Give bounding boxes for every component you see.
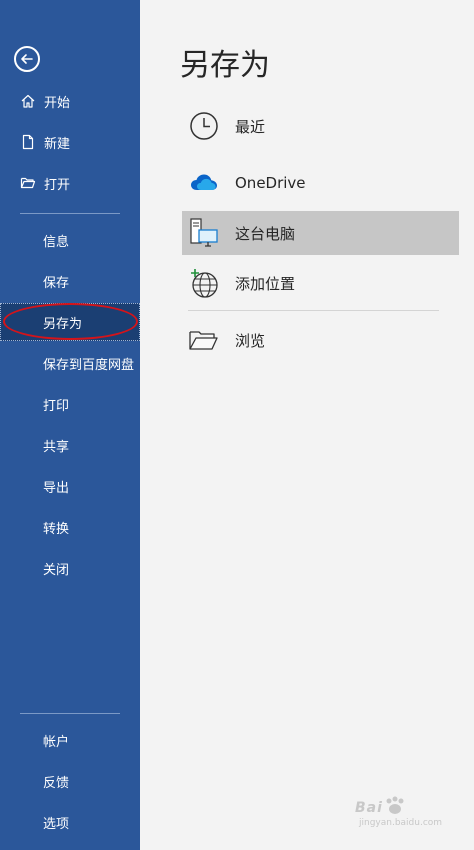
sidebar-item-label: 打开 [44,177,71,193]
location-divider [188,310,439,311]
sidebar-item-close[interactable]: 关闭 [0,549,140,587]
backstage-sidebar: 开始 新建 打开 信息 保存 另存为 保存到百度网盘 打印 共享 导出 转换 关… [0,0,140,850]
sidebar-item-new[interactable]: 新建 [0,123,140,161]
sidebar-item-label: 保存 [43,275,70,291]
sidebar-item-label: 共享 [43,439,70,455]
computer-icon [188,217,220,249]
globe-add-icon [188,267,220,299]
new-document-icon [20,134,36,150]
location-label: 添加位置 [235,274,296,293]
sidebar-item-feedback[interactable]: 反馈 [0,762,140,800]
cloud-icon [188,167,220,199]
location-label: 这台电脑 [235,224,296,243]
location-label: OneDrive [235,174,306,192]
location-label: 最近 [235,117,266,136]
home-icon [20,93,36,109]
sidebar-item-label: 帐户 [43,734,70,750]
sidebar-item-transform[interactable]: 转换 [0,508,140,546]
sidebar-item-label: 开始 [44,95,71,111]
sidebar-item-save-to-baidu[interactable]: 保存到百度网盘 [0,344,140,382]
sidebar-item-share[interactable]: 共享 [0,426,140,464]
page-title: 另存为 [180,48,270,83]
sidebar-item-label: 保存到百度网盘 [43,357,135,373]
sidebar-item-home[interactable]: 开始 [0,82,140,120]
sidebar-item-save[interactable]: 保存 [0,262,140,300]
folder-icon [188,324,220,356]
sidebar-item-label: 反馈 [43,775,70,791]
arrow-left-icon [21,54,33,64]
back-button[interactable] [14,46,40,72]
location-recent[interactable]: 最近 [182,104,459,148]
paw-icon [386,796,404,814]
open-folder-icon [20,175,36,191]
location-label: 浏览 [235,331,266,350]
sidebar-item-label: 信息 [43,234,70,250]
sidebar-item-label: 转换 [43,521,70,537]
sidebar-item-open[interactable]: 打开 [0,164,140,202]
sidebar-item-label: 选项 [43,816,70,832]
save-as-panel: 另存为 最近 OneDrive 这台电脑 添加位置 浏览 [140,0,474,850]
location-add-place[interactable]: 添加位置 [182,261,459,305]
baidu-watermark: Bai jingyan.baidu.com [355,796,465,836]
sidebar-item-export[interactable]: 导出 [0,467,140,505]
location-browse[interactable]: 浏览 [182,318,459,362]
sidebar-item-account[interactable]: 帐户 [0,721,140,759]
watermark-sub: jingyan.baidu.com [359,818,443,828]
clock-icon [188,110,220,142]
sidebar-item-save-as[interactable]: 另存为 [0,303,140,341]
sidebar-item-label: 新建 [44,136,71,152]
sidebar-item-options[interactable]: 选项 [0,803,140,841]
sidebar-item-print[interactable]: 打印 [0,385,140,423]
watermark-brand: Bai [355,800,383,816]
sidebar-item-label: 另存为 [43,316,83,332]
sidebar-item-info[interactable]: 信息 [0,221,140,259]
sidebar-item-label: 导出 [43,480,70,496]
location-onedrive[interactable]: OneDrive [182,161,459,205]
sidebar-divider [20,213,120,214]
sidebar-divider [20,713,120,714]
location-this-pc[interactable]: 这台电脑 [182,211,459,255]
sidebar-item-label: 关闭 [43,562,70,578]
sidebar-item-label: 打印 [43,398,70,414]
